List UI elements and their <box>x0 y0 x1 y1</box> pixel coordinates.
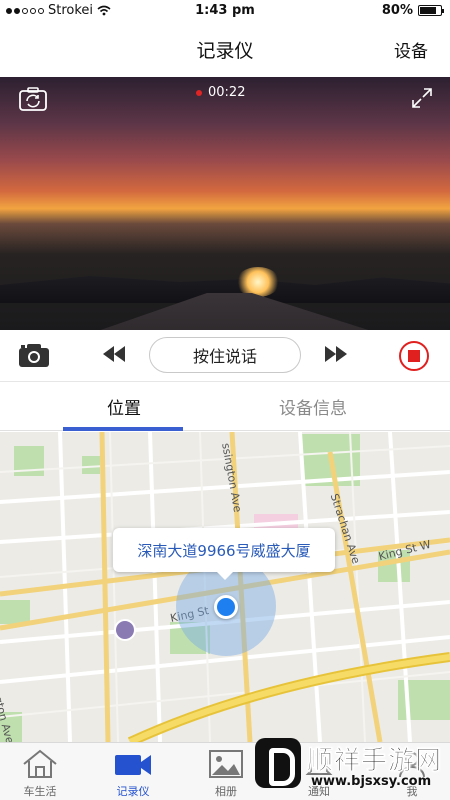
transit-station-icon[interactable] <box>114 619 136 641</box>
recording-indicator: 00:22 <box>196 85 245 100</box>
bottom-nav-car-life[interactable]: 车生活 <box>5 747 75 799</box>
recording-time: 00:22 <box>208 85 246 100</box>
video-preview[interactable] <box>0 77 450 330</box>
battery-percent: 80% <box>381 3 413 18</box>
nav-bar: 记录仪 设备 <box>0 22 450 76</box>
watermark-url: www.bjsxsy.com <box>311 774 432 789</box>
tab-indicator <box>63 427 183 431</box>
push-to-talk-button[interactable]: 按住说话 <box>149 337 301 373</box>
stop-record-button[interactable] <box>399 341 429 371</box>
status-bar: Strokei 1:43 pm 80% <box>0 0 450 22</box>
stop-icon <box>408 350 420 362</box>
bottom-nav-album[interactable]: 相册 <box>191 747 261 799</box>
camera-switch-icon[interactable] <box>18 86 48 112</box>
watermark-title: 顺祥手游网 <box>307 746 443 777</box>
battery-icon <box>418 5 444 16</box>
watermark-logo-icon <box>255 738 301 788</box>
bottom-nav-recorder[interactable]: 记录仪 <box>98 747 168 799</box>
video-controls: 按住说话 <box>0 330 450 380</box>
tab-bar: 位置 设备信息 <box>0 381 450 431</box>
image-icon <box>209 750 243 778</box>
bottom-nav-label: 记录仪 <box>116 785 150 798</box>
recording-dot <box>196 89 202 96</box>
status-right: 80% <box>381 3 444 18</box>
watermark: 顺祥手游网 www.bjsxsy.com <box>255 734 445 794</box>
tab-location[interactable]: 位置 <box>107 394 141 419</box>
rewind-icon[interactable] <box>103 346 125 362</box>
home-icon <box>23 749 57 778</box>
tab-device-info[interactable]: 设备信息 <box>279 394 347 419</box>
fullscreen-icon[interactable] <box>410 86 434 110</box>
fast-forward-icon[interactable] <box>325 346 347 362</box>
camera-icon[interactable] <box>18 342 50 368</box>
bottom-nav-label: 车生活 <box>23 785 57 798</box>
video-sun <box>236 267 280 297</box>
bottom-nav-label: 相册 <box>215 785 237 798</box>
page-title: 记录仪 <box>196 40 254 62</box>
location-callout[interactable]: 深南大道9966号威盛大厦 <box>113 528 335 580</box>
location-pin-icon[interactable] <box>214 595 238 619</box>
device-button[interactable]: 设备 <box>394 37 428 62</box>
video-camera-icon <box>115 755 151 775</box>
